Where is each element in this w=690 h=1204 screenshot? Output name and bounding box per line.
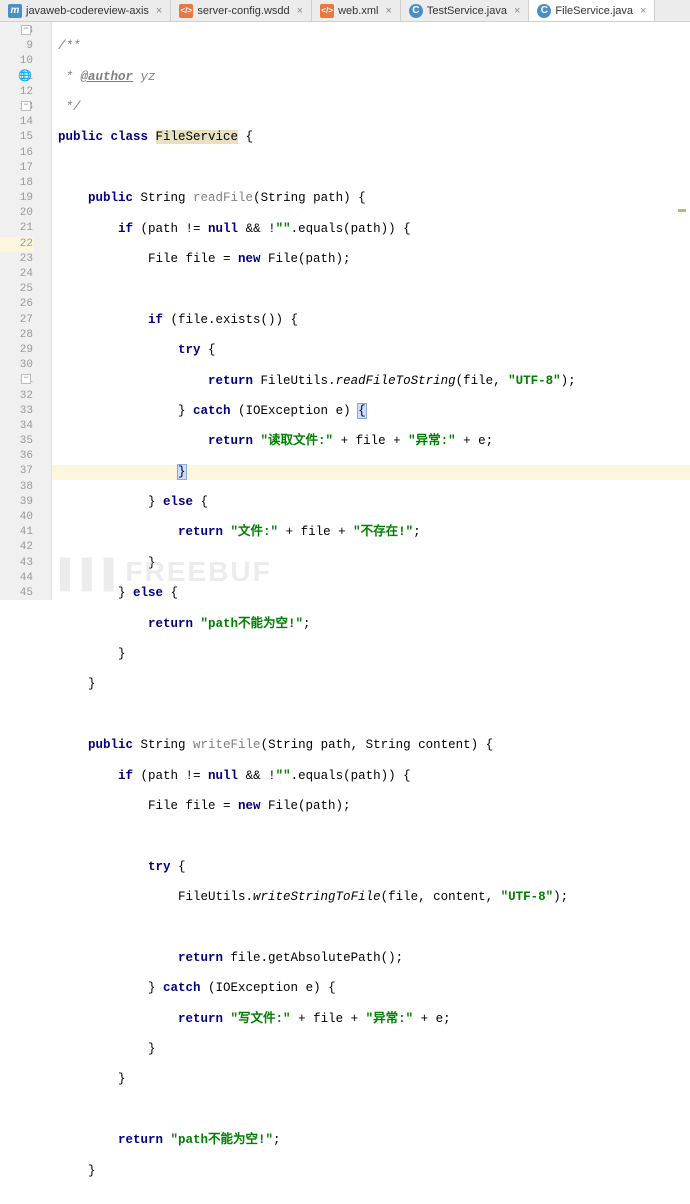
line-number: 18 <box>0 176 33 191</box>
line-number: 13− <box>0 100 33 115</box>
class-icon: C <box>537 4 551 18</box>
line-number: 40 <box>0 510 33 525</box>
tab-web-xml[interactable]: </> web.xml × <box>312 0 401 21</box>
line-number: 29 <box>0 343 33 358</box>
line-number: 45 <box>0 586 33 601</box>
line-number: 8− <box>0 24 33 39</box>
line-number: 43 <box>0 556 33 571</box>
line-number: 10 <box>0 54 33 69</box>
close-icon[interactable]: × <box>514 5 520 17</box>
line-number: 42 <box>0 540 33 555</box>
code-editor[interactable]: 8− 9 10 11🌐 12 13− 14 15 16 17 18 19 20 … <box>0 22 690 600</box>
tab-javaweb-codereview[interactable]: m javaweb-codereview-axis × <box>0 0 171 21</box>
fold-icon[interactable]: − <box>21 101 31 111</box>
line-number: 30 <box>0 358 33 373</box>
class-icon: C <box>409 4 423 18</box>
fold-icon[interactable]: − <box>21 374 31 384</box>
globe-icon: 🌐 <box>18 70 32 85</box>
line-number: 21 <box>0 221 33 236</box>
tab-label: server-config.wsdd <box>197 5 289 17</box>
line-number: 33 <box>0 404 33 419</box>
line-number: 22 <box>0 237 33 252</box>
line-number: 9 <box>0 39 33 54</box>
line-number: 20 <box>0 206 33 221</box>
tab-server-config[interactable]: </> server-config.wsdd × <box>171 0 312 21</box>
tab-label: web.xml <box>338 5 378 17</box>
line-number: 38 <box>0 480 33 495</box>
line-number: 15 <box>0 130 33 145</box>
line-number: 17 <box>0 161 33 176</box>
maven-icon: m <box>8 4 22 18</box>
gutter: 8− 9 10 11🌐 12 13− 14 15 16 17 18 19 20 … <box>0 22 52 600</box>
line-number: 34 <box>0 419 33 434</box>
line-number: 31− <box>0 373 33 388</box>
line-number: 23 <box>0 252 33 267</box>
line-number: 19 <box>0 191 33 206</box>
close-icon[interactable]: × <box>385 5 391 17</box>
line-number: 14 <box>0 115 33 130</box>
minimap-marker <box>678 209 686 212</box>
line-number: 41 <box>0 525 33 540</box>
line-number: 35 <box>0 434 33 449</box>
close-icon[interactable]: × <box>297 5 303 17</box>
fold-icon[interactable]: − <box>21 25 31 35</box>
xml-icon: </> <box>179 4 193 18</box>
line-number: 28 <box>0 328 33 343</box>
line-number: 27 <box>0 313 33 328</box>
line-number: 26 <box>0 297 33 312</box>
line-number: 25 <box>0 282 33 297</box>
line-number: 32 <box>0 389 33 404</box>
close-icon[interactable]: × <box>640 5 646 17</box>
tab-fileservice[interactable]: C FileService.java × <box>529 0 655 21</box>
minimap[interactable] <box>678 24 688 594</box>
line-number: 16 <box>0 146 33 161</box>
line-number: 44 <box>0 571 33 586</box>
line-number: 36 <box>0 449 33 464</box>
line-number: 11🌐 <box>0 70 33 85</box>
tab-label: javaweb-codereview-axis <box>26 5 149 17</box>
line-number: 12 <box>0 85 33 100</box>
line-number: 24 <box>0 267 33 282</box>
line-number: 39 <box>0 495 33 510</box>
tab-label: TestService.java <box>427 5 507 17</box>
tab-testservice[interactable]: C TestService.java × <box>401 0 530 21</box>
tab-label: FileService.java <box>555 5 633 17</box>
line-number: 37 <box>0 464 33 479</box>
code-area[interactable]: /** * @author yz */ public class FileSer… <box>52 22 690 600</box>
close-icon[interactable]: × <box>156 5 162 17</box>
editor-tabs: m javaweb-codereview-axis × </> server-c… <box>0 0 690 22</box>
xml-icon: </> <box>320 4 334 18</box>
